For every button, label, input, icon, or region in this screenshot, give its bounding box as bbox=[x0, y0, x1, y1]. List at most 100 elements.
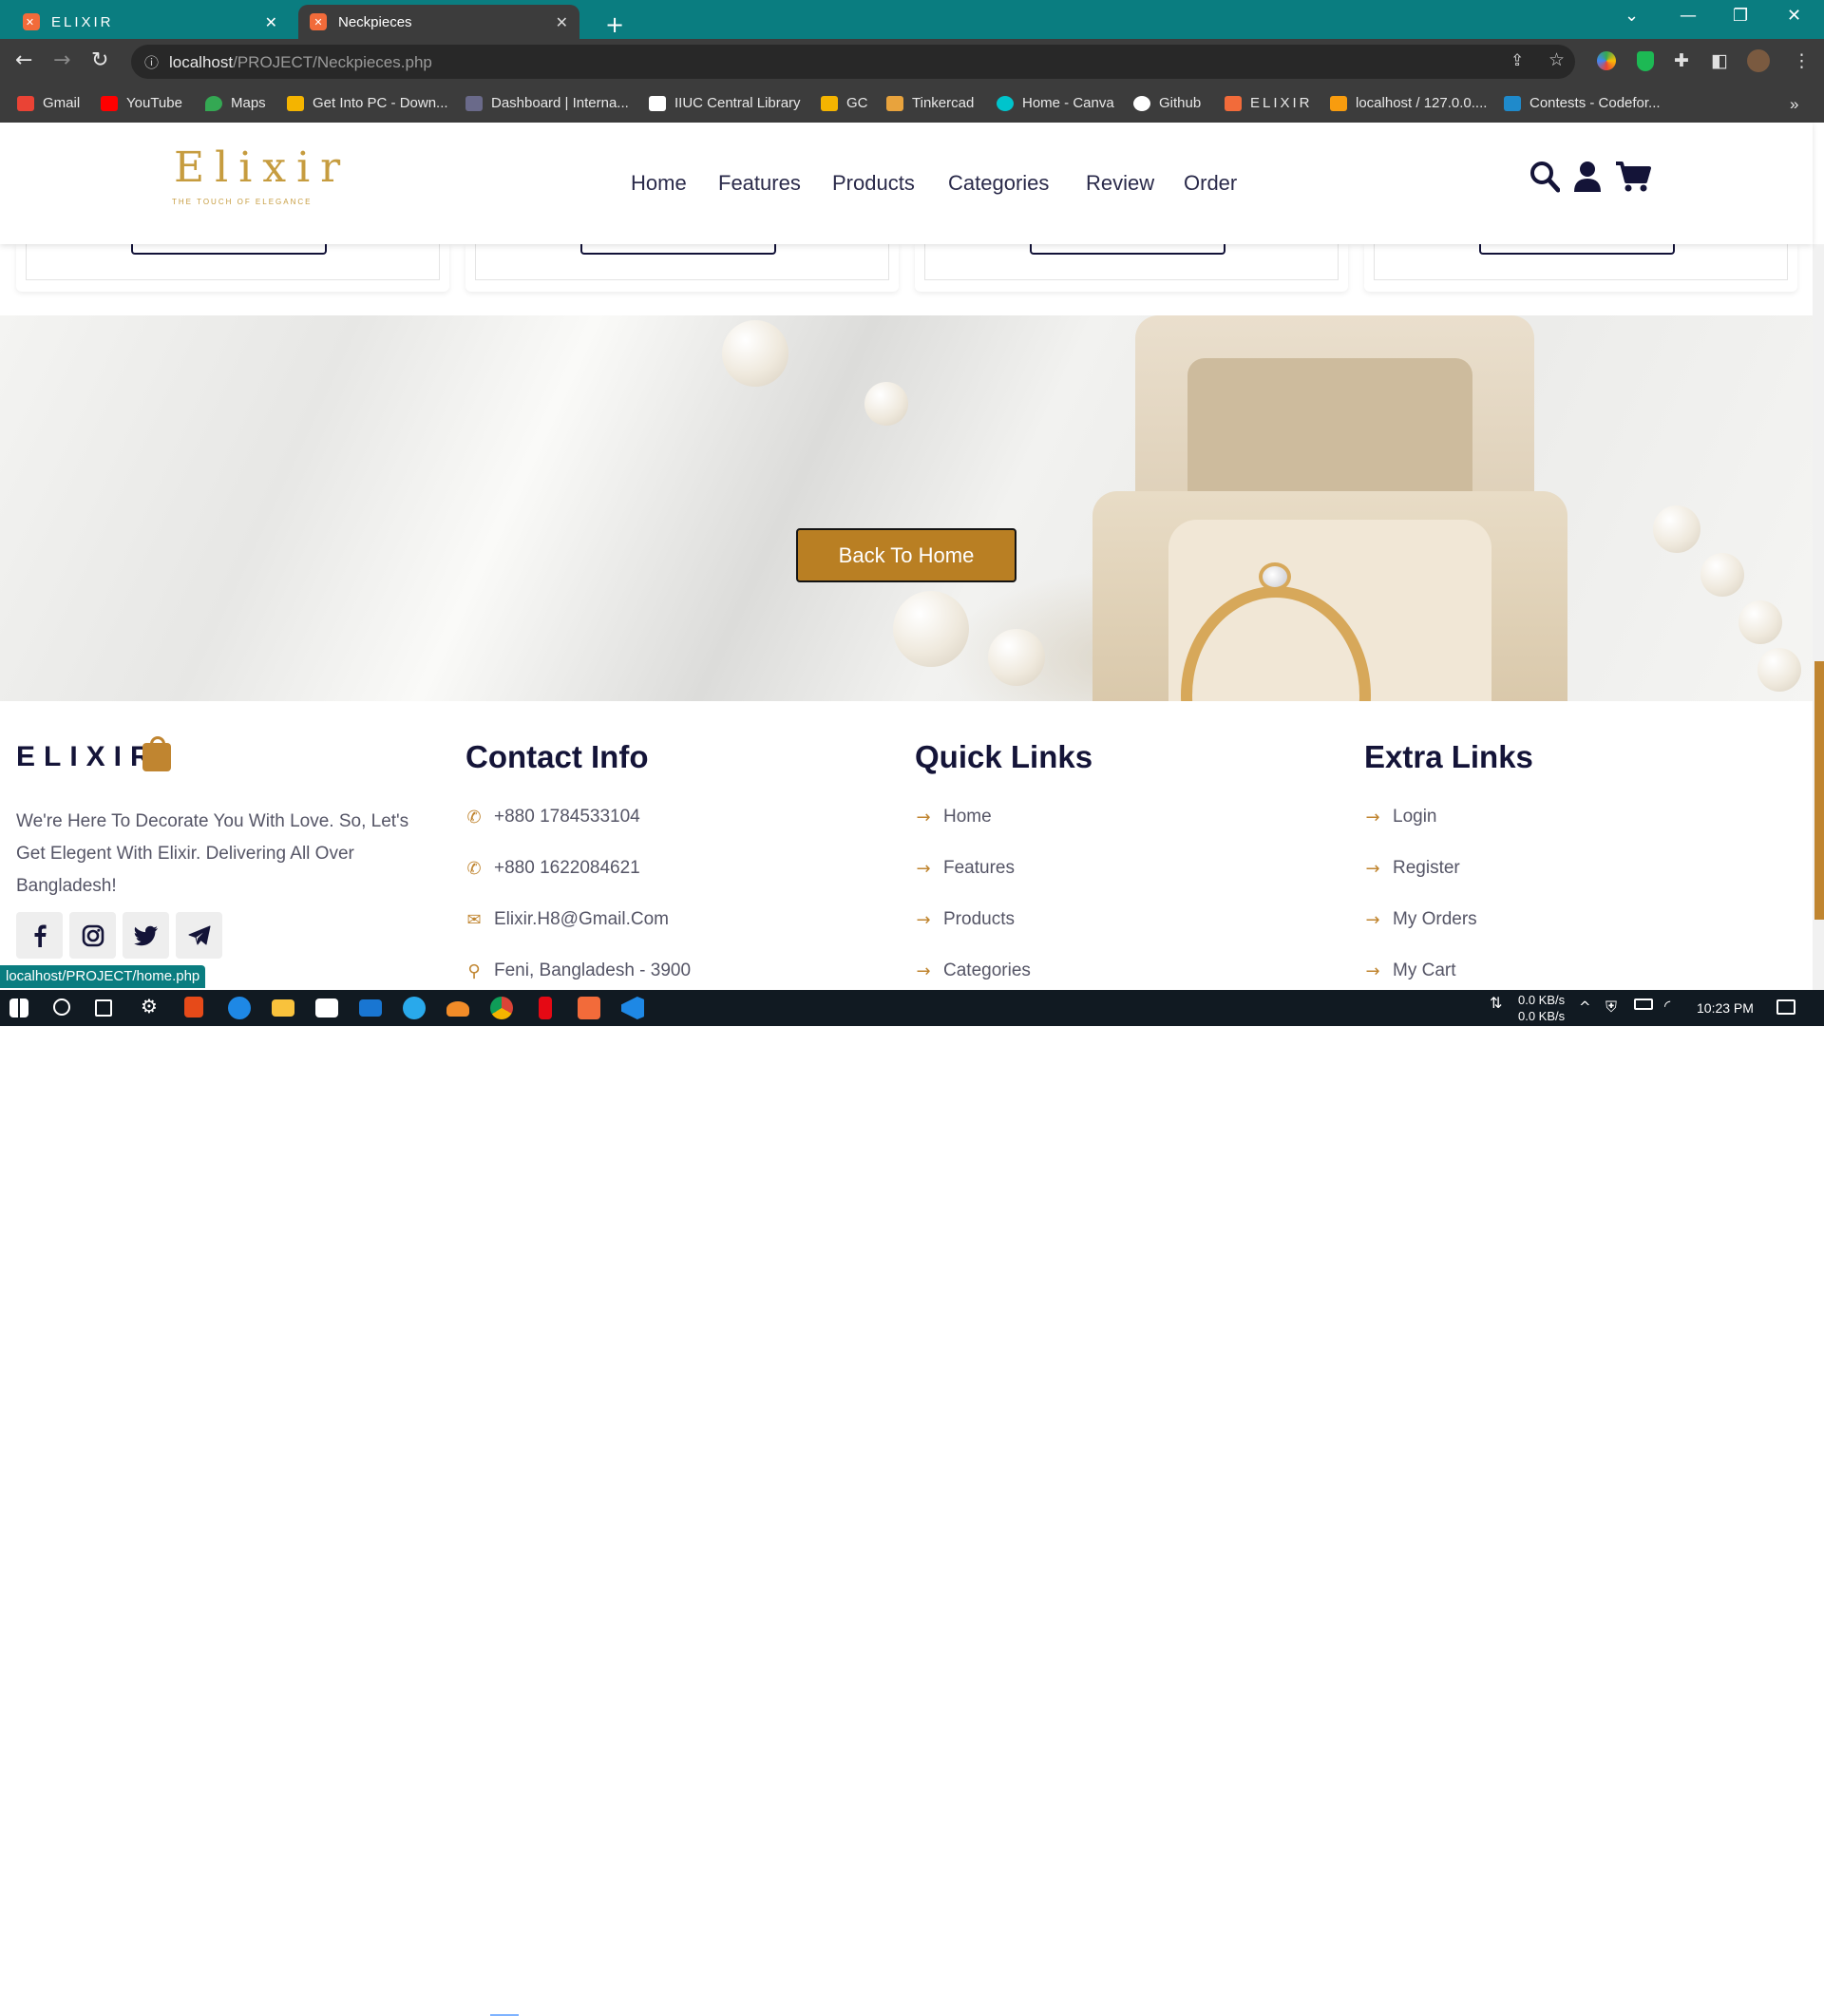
back-to-home-button[interactable]: Back To Home bbox=[796, 528, 1016, 582]
search-icon[interactable] bbox=[53, 998, 70, 1016]
vscode-icon[interactable] bbox=[621, 997, 644, 1019]
product-card bbox=[16, 244, 449, 292]
tab-search-icon[interactable]: ⌄ bbox=[1624, 6, 1639, 26]
cart-icon[interactable] bbox=[1615, 161, 1651, 193]
profile-avatar[interactable] bbox=[1747, 49, 1770, 72]
logo[interactable]: Elixir bbox=[174, 143, 351, 192]
extension-icon[interactable] bbox=[1597, 51, 1616, 70]
new-tab-button[interactable]: + bbox=[594, 8, 636, 42]
tab-title: ELIXIR bbox=[51, 13, 114, 30]
wifi-icon[interactable]: ◜ bbox=[1664, 997, 1670, 1015]
menu-icon[interactable]: ⋮ bbox=[1793, 50, 1811, 71]
settings-icon[interactable]: ⚙ bbox=[141, 995, 163, 1018]
bookmark-tinkercad[interactable]: Tinkercad bbox=[886, 95, 974, 111]
close-window-icon[interactable]: ✕ bbox=[1787, 6, 1801, 26]
clock[interactable]: 10:23 PM bbox=[1697, 1000, 1754, 1016]
site-info-icon[interactable]: ⓘ bbox=[144, 52, 159, 72]
search-icon[interactable] bbox=[1530, 161, 1560, 193]
site-header: Elixir THE TOUCH OF ELEGANCE Home Featur… bbox=[0, 123, 1813, 244]
arrow-right-icon: → bbox=[1365, 807, 1380, 827]
contact-phone-2[interactable]: ✆ +880 1622084621 bbox=[466, 858, 639, 879]
twitter-icon[interactable] bbox=[123, 912, 169, 959]
bookmark-localhost[interactable]: localhost / 127.0.0.... bbox=[1330, 95, 1487, 111]
forward-icon[interactable]: → bbox=[53, 48, 70, 72]
share-icon[interactable]: ⇪ bbox=[1510, 51, 1524, 70]
extra-link-my-orders[interactable]: → My Orders bbox=[1364, 909, 1476, 930]
cloud-app-icon[interactable] bbox=[446, 1001, 469, 1017]
bookmark-youtube[interactable]: YouTube bbox=[101, 95, 182, 111]
user-icon[interactable] bbox=[1573, 161, 1602, 193]
shopping-bag-icon bbox=[142, 736, 171, 771]
nav-order[interactable]: Order bbox=[1184, 171, 1237, 196]
notifications-icon[interactable] bbox=[1776, 999, 1796, 1015]
netflix-icon[interactable] bbox=[539, 997, 552, 1019]
defender-icon[interactable]: ⛨ bbox=[1606, 998, 1617, 1017]
bookmark-gmail[interactable]: Gmail bbox=[17, 95, 80, 111]
extra-link-register[interactable]: → Register bbox=[1364, 858, 1459, 879]
bookmark-getintopc[interactable]: Get Into PC - Down... bbox=[287, 95, 448, 111]
bookmark-codeforces[interactable]: Contests - Codefor... bbox=[1504, 95, 1661, 111]
card-button[interactable] bbox=[580, 244, 776, 255]
bookmark-star-icon[interactable]: ☆ bbox=[1548, 49, 1565, 70]
extra-link-my-cart[interactable]: → My Cart bbox=[1364, 960, 1455, 981]
store-icon[interactable] bbox=[315, 998, 338, 1018]
back-icon[interactable]: ← bbox=[15, 48, 32, 72]
bookmarks-bar: Gmail YouTube Maps Get Into PC - Down...… bbox=[0, 86, 1824, 123]
windows-start-icon[interactable] bbox=[10, 998, 28, 1018]
extra-link-login[interactable]: → Login bbox=[1364, 807, 1436, 827]
facebook-icon[interactable] bbox=[16, 912, 63, 959]
telegram-app-icon[interactable] bbox=[403, 997, 426, 1019]
scrollbar-thumb[interactable] bbox=[1814, 661, 1824, 920]
pearl-image bbox=[722, 320, 788, 387]
edge-icon[interactable] bbox=[228, 997, 251, 1019]
xampp-icon: ✕ bbox=[310, 13, 327, 30]
office-icon[interactable] bbox=[184, 997, 203, 1018]
bookmark-canva[interactable]: Home - Canva bbox=[997, 95, 1114, 111]
battery-icon[interactable] bbox=[1634, 998, 1653, 1010]
instagram-icon[interactable] bbox=[69, 912, 116, 959]
bookmark-dashboard[interactable]: Dashboard | Interna... bbox=[466, 95, 629, 111]
file-explorer-icon[interactable] bbox=[272, 999, 294, 1017]
nav-products[interactable]: Products bbox=[832, 171, 915, 196]
xampp-icon[interactable] bbox=[578, 997, 600, 1019]
quick-link-products[interactable]: → Products bbox=[915, 909, 1015, 930]
quick-link-categories[interactable]: → Categories bbox=[915, 960, 1030, 981]
card-button[interactable] bbox=[1479, 244, 1675, 255]
minimize-icon[interactable]: — bbox=[1680, 6, 1697, 26]
contact-phone-1[interactable]: ✆ +880 1784533104 bbox=[466, 807, 639, 827]
xampp-icon bbox=[1225, 95, 1242, 111]
arrow-right-icon: → bbox=[916, 909, 931, 930]
task-view-icon[interactable] bbox=[95, 999, 112, 1017]
bookmark-iiuc-library[interactable]: IIUC Central Library bbox=[649, 95, 801, 111]
chrome-icon[interactable] bbox=[490, 997, 513, 1019]
nav-features[interactable]: Features bbox=[718, 171, 801, 196]
contact-email[interactable]: ✉ Elixir.H8@Gmail.Com bbox=[466, 909, 669, 930]
nav-categories[interactable]: Categories bbox=[948, 171, 1049, 196]
bookmarks-overflow-button[interactable]: » bbox=[1790, 95, 1798, 114]
address-bar[interactable]: ⓘ localhost/PROJECT/Neckpieces.php ⇪ ☆ bbox=[131, 45, 1575, 79]
telegram-icon[interactable] bbox=[176, 912, 222, 959]
card-button[interactable] bbox=[131, 244, 327, 255]
reload-icon[interactable]: ↻ bbox=[91, 48, 108, 72]
puzzle-icon[interactable]: ✚ bbox=[1674, 50, 1689, 71]
youtube-icon bbox=[101, 95, 118, 111]
quick-link-home[interactable]: → Home bbox=[915, 807, 991, 827]
tab-neckpieces[interactable]: ✕ Neckpieces ✕ bbox=[298, 5, 580, 39]
nav-home[interactable]: Home bbox=[631, 171, 687, 196]
nav-review[interactable]: Review bbox=[1086, 171, 1154, 196]
arrow-right-icon: → bbox=[1365, 909, 1380, 930]
side-panel-icon[interactable]: ◧ bbox=[1711, 50, 1728, 71]
show-hidden-icons[interactable]: ^ bbox=[1579, 998, 1591, 1016]
quick-link-features[interactable]: → Features bbox=[915, 858, 1015, 879]
tab-elixir[interactable]: ✕ ELIXIR ✕ bbox=[11, 5, 292, 39]
close-tab-icon[interactable]: ✕ bbox=[556, 13, 568, 31]
restore-icon[interactable]: ❐ bbox=[1733, 6, 1748, 26]
mail-icon[interactable] bbox=[359, 999, 382, 1017]
card-button[interactable] bbox=[1030, 244, 1226, 255]
bookmark-maps[interactable]: Maps bbox=[205, 95, 266, 111]
bookmark-github[interactable]: Github bbox=[1133, 95, 1201, 111]
bookmark-gc[interactable]: GC bbox=[821, 95, 868, 111]
close-tab-icon[interactable]: ✕ bbox=[265, 13, 280, 31]
shield-extension-icon[interactable] bbox=[1637, 51, 1654, 71]
bookmark-elixir[interactable]: ELIXIR bbox=[1225, 95, 1313, 111]
